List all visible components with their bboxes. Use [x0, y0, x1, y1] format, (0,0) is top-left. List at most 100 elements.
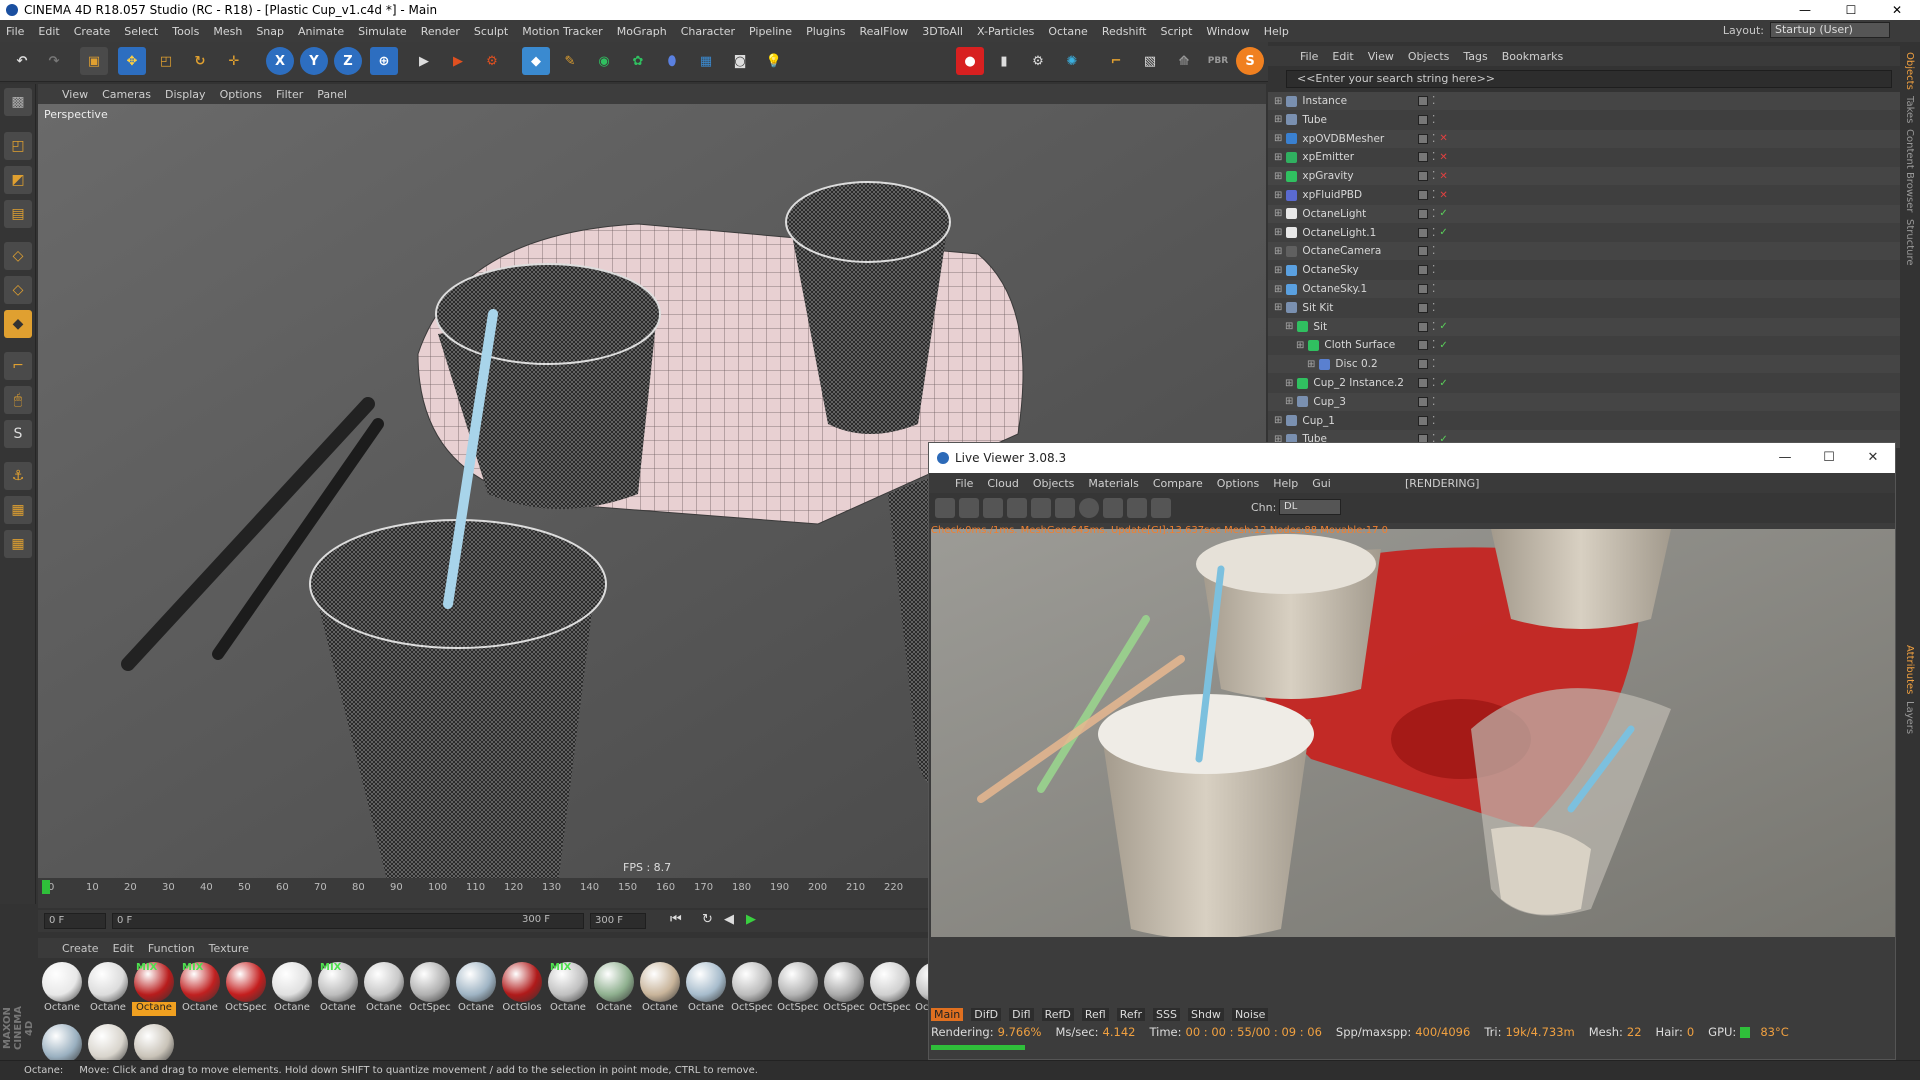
- render-pass-tab[interactable]: DifD: [971, 1007, 1002, 1021]
- pause-render-icon[interactable]: [983, 498, 1003, 518]
- menu-x-particles[interactable]: X-Particles: [977, 25, 1034, 38]
- viewport-menu-cameras[interactable]: Cameras: [102, 88, 151, 101]
- tab-objects[interactable]: Objects: [1904, 52, 1915, 90]
- viewport-menu-filter[interactable]: Filter: [276, 88, 303, 101]
- menu-animate[interactable]: Animate: [298, 25, 344, 38]
- visibility-dots-icon[interactable]: ⁚: [1432, 114, 1435, 126]
- material-swatch[interactable]: Octane: [592, 962, 636, 1016]
- material-swatch[interactable]: Octane: [638, 962, 682, 1016]
- layer-flag[interactable]: [1418, 133, 1428, 144]
- visibility-dots-icon[interactable]: ⁚: [1432, 170, 1435, 182]
- pen-spline-icon[interactable]: ✎: [556, 47, 584, 75]
- layer-flag[interactable]: [1418, 284, 1428, 294]
- expand-icon[interactable]: ⊞: [1274, 152, 1282, 163]
- menu-select[interactable]: Select: [124, 25, 158, 38]
- render-pass-tab[interactable]: Noise: [1231, 1007, 1269, 1021]
- clay-mode-icon[interactable]: [1103, 498, 1123, 518]
- material-swatch[interactable]: Octane: [684, 962, 728, 1016]
- expand-icon[interactable]: ⊞: [1274, 190, 1282, 201]
- render-settings-icon[interactable]: ⚙: [478, 47, 506, 75]
- menu-realflow[interactable]: RealFlow: [859, 25, 908, 38]
- layer-flag[interactable]: [1418, 340, 1428, 351]
- locked-workplane-icon[interactable]: ⚓: [4, 462, 32, 490]
- menu-script[interactable]: Script: [1160, 25, 1192, 38]
- expand-icon[interactable]: ⊞: [1274, 415, 1282, 426]
- points-mode-icon[interactable]: ◇: [4, 242, 32, 270]
- object-row[interactable]: ⊞ Tube ⁚: [1268, 111, 1900, 129]
- expand-icon[interactable]: ⊞: [1274, 96, 1282, 107]
- lv-settings-icon[interactable]: [1031, 498, 1051, 518]
- layout-select[interactable]: Startup (User): [1770, 22, 1890, 38]
- layer-flag[interactable]: [1418, 265, 1428, 276]
- viewport-menu-view[interactable]: View: [62, 88, 88, 101]
- substance-icon[interactable]: S: [1236, 47, 1264, 75]
- octane-settings-icon[interactable]: ⚙: [1024, 47, 1052, 75]
- object-search-input[interactable]: <<Enter your search string here>>: [1286, 70, 1892, 88]
- coordinate-system-icon[interactable]: ⊕: [370, 47, 398, 75]
- expand-icon[interactable]: ⊞: [1274, 265, 1282, 276]
- pbr-icon[interactable]: PBR: [1204, 47, 1232, 75]
- timeline-ruler[interactable]: 0 10 20 30 40 50 60 70 80 90 100 110 120 130 140 150 160…: [38, 878, 928, 908]
- layer-flag[interactable]: [1418, 208, 1428, 219]
- uv-icon[interactable]: ▧: [1136, 47, 1164, 75]
- floor-icon[interactable]: ▦: [692, 47, 720, 75]
- move-tool-icon[interactable]: ✥: [118, 47, 146, 75]
- object-row[interactable]: ⊞ xpOVDBMesher ⁚ ✕: [1268, 129, 1900, 148]
- om-menu-objects[interactable]: Objects: [1408, 50, 1450, 63]
- visibility-dots-icon[interactable]: ⁚: [1432, 95, 1435, 107]
- layer-flag[interactable]: [1418, 302, 1428, 313]
- om-menu-bookmarks[interactable]: Bookmarks: [1502, 50, 1563, 63]
- lv-menu-materials[interactable]: Materials: [1088, 477, 1138, 490]
- visibility-dots-icon[interactable]: ⁚: [1432, 377, 1435, 389]
- render-pass-tab[interactable]: Difl: [1009, 1007, 1034, 1021]
- menu-mesh[interactable]: Mesh: [213, 25, 242, 38]
- loop-icon[interactable]: ↻: [702, 912, 713, 927]
- material-menu-edit[interactable]: Edit: [113, 942, 134, 955]
- lv-maximize-button[interactable]: ☐: [1807, 443, 1851, 473]
- visibility-dots-icon[interactable]: ⁚: [1432, 245, 1435, 257]
- deformer-icon[interactable]: ⬮: [658, 47, 686, 75]
- current-frame-field[interactable]: 0 F: [44, 913, 106, 929]
- material-swatch[interactable]: Octane: [270, 962, 314, 1016]
- expand-icon[interactable]: ⊞: [1274, 133, 1282, 144]
- playhead[interactable]: [42, 880, 50, 894]
- visibility-dots-icon[interactable]: ⁚: [1432, 396, 1435, 408]
- material-swatch[interactable]: OctSpec: [868, 962, 912, 1016]
- region-render-icon[interactable]: [1007, 498, 1027, 518]
- expand-icon[interactable]: ⊞: [1274, 284, 1282, 295]
- layer-flag[interactable]: [1418, 378, 1428, 388]
- enabled-check-icon[interactable]: ✓: [1439, 321, 1447, 332]
- material-swatch[interactable]: OctSpec: [224, 962, 268, 1016]
- tab-layers[interactable]: Layers: [1904, 701, 1915, 734]
- lv-minimize-button[interactable]: —: [1763, 443, 1807, 473]
- cloner-icon[interactable]: ✿: [624, 47, 652, 75]
- object-row[interactable]: ⊞ xpEmitter ⁚ ✕: [1268, 148, 1900, 166]
- lock-icon[interactable]: [1055, 498, 1075, 518]
- model-mode-icon[interactable]: ◰: [4, 132, 32, 160]
- visibility-dots-icon[interactable]: ⁚: [1432, 415, 1435, 427]
- go-to-start-icon[interactable]: ⏮: [670, 912, 682, 927]
- menu-edit[interactable]: Edit: [38, 25, 59, 38]
- transform-tool-icon[interactable]: ✛: [220, 47, 248, 75]
- texture-mode-icon[interactable]: ◩: [4, 166, 32, 194]
- material-swatch[interactable]: Octane: [40, 962, 84, 1016]
- menu-help[interactable]: Help: [1264, 25, 1289, 38]
- om-menu-file[interactable]: File: [1300, 50, 1318, 63]
- object-row[interactable]: ⊞ OctaneLight ⁚ ✓: [1268, 204, 1900, 223]
- redo-icon[interactable]: ↷: [40, 47, 68, 75]
- make-editable-icon[interactable]: ▩: [4, 88, 32, 116]
- layer-flag[interactable]: [1418, 171, 1428, 182]
- material-swatch[interactable]: Octane: [362, 962, 406, 1016]
- expand-icon[interactable]: ⊞: [1274, 114, 1282, 125]
- polygons-mode-icon[interactable]: ◆: [4, 310, 32, 338]
- material-swatch[interactable]: MIX Octane: [546, 962, 590, 1016]
- expand-icon[interactable]: ⊞: [1285, 396, 1293, 407]
- enabled-check-icon[interactable]: ✓: [1439, 208, 1447, 219]
- layer-flag[interactable]: [1418, 190, 1428, 200]
- menu-tools[interactable]: Tools: [172, 25, 199, 38]
- object-row[interactable]: ⊞ OctaneSky.1 ⁚: [1268, 280, 1900, 298]
- visibility-dots-icon[interactable]: ⁚: [1432, 302, 1435, 314]
- material-swatch[interactable]: [86, 1024, 130, 1064]
- visibility-dots-icon[interactable]: ⁚: [1432, 133, 1435, 145]
- render-pass-tab[interactable]: Shdw: [1188, 1007, 1224, 1021]
